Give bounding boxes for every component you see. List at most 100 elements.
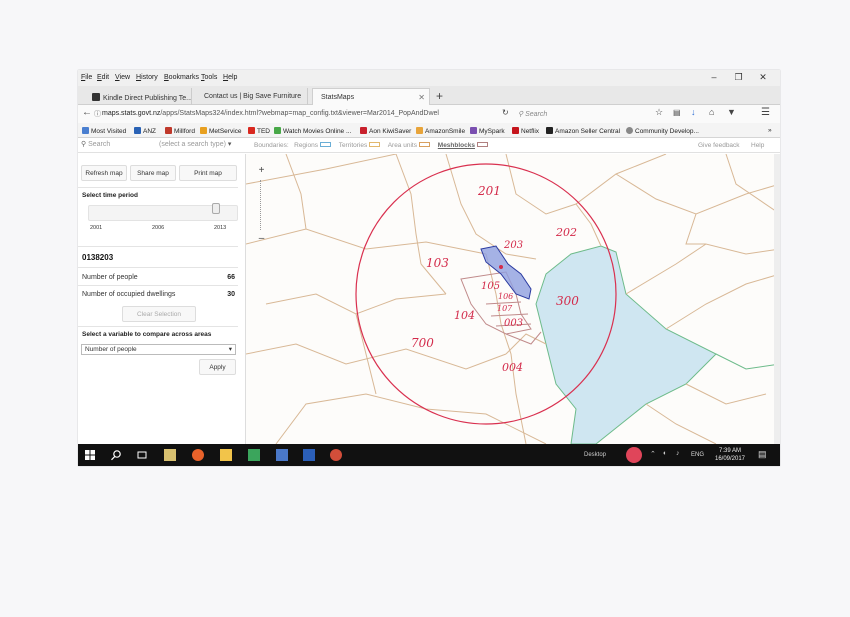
pocket-icon[interactable]: ▼: [727, 107, 736, 117]
dwellings-label: Number of occupied dwellings: [82, 291, 176, 298]
close-window-icon[interactable]: ✕: [752, 72, 774, 83]
give-feedback-link[interactable]: Give feedback: [698, 142, 740, 149]
tab-kindle[interactable]: Kindle Direct Publishing Te...: [84, 88, 192, 105]
menu-view[interactable]: View: [115, 74, 130, 81]
boundary-territories[interactable]: Territories: [339, 142, 387, 149]
url-path: /apps/StatsMaps324/index.html?webmap=map…: [160, 110, 439, 117]
compare-heading: Select a variable to compare across area…: [82, 331, 212, 338]
netflix-icon: [512, 127, 519, 134]
clock-time: 7:39 AM: [718, 448, 741, 454]
spreadsheet-icon[interactable]: [248, 449, 260, 461]
territories-swatch: [369, 142, 381, 147]
people-label: Number of people: [82, 274, 138, 281]
share-map-button[interactable]: Share map: [130, 165, 176, 181]
refresh-map-button[interactable]: Refresh map: [81, 165, 127, 181]
language-indicator[interactable]: ENG: [691, 452, 704, 458]
menu-history[interactable]: History: [136, 74, 158, 81]
star-icon[interactable]: ☆: [655, 107, 663, 118]
bookmark-watch-movies[interactable]: Watch Movies Online ...: [274, 127, 351, 135]
search-type-label: (select a search type): [159, 141, 226, 148]
sticky-notes-icon[interactable]: [220, 449, 232, 461]
dwellings-value: 30: [227, 291, 235, 298]
tick-label: 2013: [214, 225, 227, 231]
bookmark-metservice[interactable]: MetService: [200, 127, 242, 135]
desktop-toolbar-label[interactable]: Desktop: [584, 452, 606, 458]
tab-contact[interactable]: Contact us | Big Save Furniture: [196, 88, 308, 105]
variable-select[interactable]: Number of people ▾: [81, 344, 236, 355]
browser-search-input[interactable]: ⚲ Search: [518, 107, 648, 121]
search-type-select[interactable]: (select a search type) ▾: [159, 140, 231, 148]
menu-file[interactable]: File: [81, 74, 92, 81]
boundary-area-units[interactable]: Area units: [388, 142, 436, 149]
bookmark-community[interactable]: Community Develop...: [626, 127, 699, 135]
bookmark-anz[interactable]: ANZ: [134, 127, 156, 135]
info-icon[interactable]: ⓘ: [94, 109, 101, 119]
bookmark-ted[interactable]: TED: [248, 127, 270, 135]
zoom-slider[interactable]: [260, 180, 264, 230]
reload-icon[interactable]: ↻: [502, 108, 509, 117]
bookmark-amazonsmile[interactable]: AmazonSmile: [416, 127, 465, 135]
anz-icon: [134, 127, 141, 134]
zoom-in-button[interactable]: +: [256, 166, 267, 177]
bookmark-myspark[interactable]: MySpark: [470, 127, 505, 135]
url-bar[interactable]: maps.stats.govt.nz/apps/StatsMaps324/ind…: [102, 107, 514, 121]
chrome-icon[interactable]: [330, 449, 342, 461]
bookmark-label: Amazon Seller Central: [555, 128, 621, 135]
task-view-icon[interactable]: [136, 449, 148, 461]
menu-tools[interactable]: Tools: [201, 74, 217, 81]
map-scrollbar[interactable]: [774, 154, 780, 444]
annotation-label: 003: [504, 318, 524, 329]
close-tab-icon[interactable]: ✕: [418, 93, 425, 102]
divider: [78, 246, 238, 247]
tray-chevron-icon[interactable]: ⌃: [650, 450, 656, 458]
time-slider-handle[interactable]: [212, 203, 220, 214]
bookmark-most-visited[interactable]: Most Visited: [82, 127, 126, 135]
bookmark-label: Watch Movies Online ...: [283, 128, 352, 135]
bookmarks-overflow-icon[interactable]: »: [768, 127, 772, 134]
firefox-icon[interactable]: [192, 449, 204, 461]
menu-edit[interactable]: Edit: [97, 74, 109, 81]
bookmark-aon-kiwisaver[interactable]: Aon KiwiSaver: [360, 127, 411, 135]
window-controls: – ❐ ✕: [703, 72, 774, 83]
download-icon[interactable]: ↓: [691, 107, 696, 117]
boundary-regions[interactable]: Regions: [294, 142, 337, 149]
back-icon[interactable]: ←: [82, 107, 92, 118]
file-explorer-icon[interactable]: [164, 449, 176, 461]
clear-selection-button[interactable]: Clear Selection: [122, 306, 196, 322]
bookmark-millford[interactable]: Millford: [165, 127, 195, 135]
windows-start-icon[interactable]: [84, 449, 96, 461]
notifications-icon[interactable]: ▤: [758, 449, 767, 460]
annotation-label: 700: [411, 336, 434, 350]
zoom-out-button[interactable]: –: [256, 234, 267, 245]
home-icon[interactable]: ⌂: [709, 107, 714, 117]
new-tab-button[interactable]: +: [436, 89, 443, 103]
map-search-input[interactable]: ⚲ Search (select a search type) ▾: [81, 140, 241, 152]
photos-icon[interactable]: [276, 449, 288, 461]
print-map-button[interactable]: Print map: [179, 165, 237, 181]
time-period-heading: Select time period: [82, 192, 138, 199]
meshblocks-swatch: [477, 142, 488, 147]
annotation-label: 106: [498, 292, 514, 301]
volume-icon[interactable]: ♪: [676, 450, 680, 457]
clock[interactable]: 7:39 AM 16/09/2017: [710, 447, 750, 463]
variable-selected: Number of people: [85, 346, 137, 353]
tab-statsmaps[interactable]: StatsMaps ✕: [312, 88, 430, 105]
map-view[interactable]: + – 201 202 203 103 105 106 107 104 003 …: [246, 154, 780, 444]
apply-button[interactable]: Apply: [199, 359, 236, 375]
hamburger-menu-icon[interactable]: ☰: [761, 107, 770, 118]
bookmark-netflix[interactable]: Netflix: [512, 127, 539, 135]
search-icon[interactable]: [110, 449, 122, 461]
boundary-meshblocks[interactable]: Meshblocks: [438, 142, 494, 149]
boundary-label: Area units: [387, 142, 417, 149]
menu-bookmarks[interactable]: Bookmarks: [164, 74, 199, 81]
clipboard-icon[interactable]: ▤: [673, 108, 681, 117]
divider: [78, 326, 238, 327]
menu-help[interactable]: Help: [223, 74, 237, 81]
minimize-icon[interactable]: –: [703, 72, 725, 82]
network-icon[interactable]: ◐: [663, 450, 667, 457]
help-link[interactable]: Help: [751, 142, 764, 149]
maximize-icon[interactable]: ❐: [727, 72, 749, 83]
app-tray-icon[interactable]: [626, 447, 642, 463]
word-icon[interactable]: [303, 449, 315, 461]
bookmark-amazon-seller[interactable]: Amazon Seller Central: [546, 127, 620, 135]
